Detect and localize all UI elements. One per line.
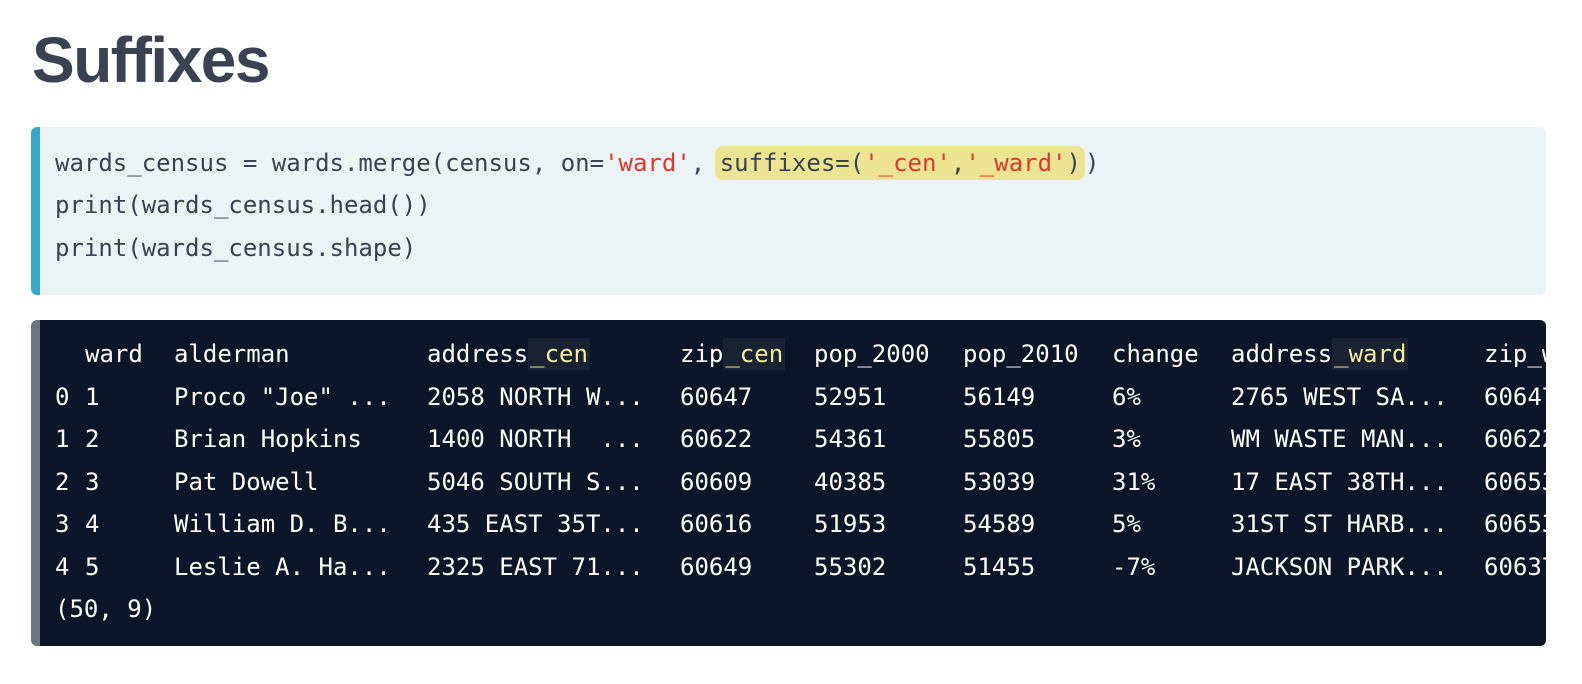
cell-address-ward: 2765 WEST SA... [1231, 383, 1448, 411]
cell-pop-2010: 53039 [963, 468, 1036, 496]
cell-zip-cen: 60616 [680, 510, 753, 538]
cell-pop-2010: 55805 [963, 425, 1036, 453]
cell-zip-ward: 60653 [1484, 510, 1546, 538]
header-pop-2010: pop_2010 [963, 340, 1079, 368]
code-line-merge: wards_census = wards.merge(census, on='w… [55, 143, 1099, 183]
header-address-cen: address_cen [427, 333, 590, 375]
cell-address-ward: 31ST ST HARB... [1231, 510, 1448, 538]
header-zip-cen-base: zip [680, 340, 724, 368]
cell-alderman: Pat Dowell [174, 468, 319, 496]
code-on-value: 'ward' [604, 149, 691, 177]
cell-change: 3% [1112, 425, 1141, 453]
cell-change: 6% [1112, 383, 1141, 411]
cell-change: 5% [1112, 510, 1141, 538]
cell-ward: 2 [85, 425, 100, 453]
cell-pop-2000: 54361 [814, 425, 887, 453]
cell-zip-ward: 60647 [1484, 383, 1546, 411]
cell-ward: 5 [85, 553, 100, 581]
header-zip-cen-suffix: _cen [723, 338, 786, 370]
cell-change: 31% [1112, 468, 1156, 496]
header-change: change [1112, 340, 1199, 368]
cell-zip-cen: 60649 [680, 553, 753, 581]
cell-pop-2000: 55302 [814, 553, 887, 581]
shape-output: (50, 9) [40, 588, 156, 630]
code-close-inner: ) [1066, 149, 1081, 177]
header-address-cen-suffix: _cen [528, 338, 590, 370]
cell-pop-2010: 56149 [963, 383, 1036, 411]
cell-pop-2010: 54589 [963, 510, 1036, 538]
header-pop-2000: pop_2000 [814, 340, 930, 368]
table-row: 1 2 Brian Hopkins 1400 NORTH ... 60622 5… [40, 418, 1546, 460]
cell-address-ward: 17 EAST 38TH... [1231, 468, 1448, 496]
cell-ward: 1 [85, 383, 100, 411]
header-address-ward-suffix: _ward [1332, 338, 1409, 370]
cell-change: -7% [1112, 553, 1156, 581]
cell-address-ward: WM WASTE MAN... [1231, 425, 1448, 453]
code-block: wards_census = wards.merge(census, on='w… [31, 127, 1546, 295]
cell-pop-2000: 40385 [814, 468, 887, 496]
cell-zip-ward: 60637 [1484, 553, 1546, 581]
cell-address-cen: 2058 NORTH W... [427, 383, 644, 411]
cell-address-cen: 435 EAST 35T... [427, 510, 644, 538]
cell-zip-cen: 60647 [680, 383, 753, 411]
header-alderman: alderman [174, 340, 290, 368]
cell-pop-2000: 52951 [814, 383, 887, 411]
code-suffix-comma: , [950, 149, 966, 177]
code-suffix-cen: '_cen' [864, 149, 951, 177]
cell-address-ward: JACKSON PARK... [1231, 553, 1448, 581]
header-zip-ward: zip_ward [1484, 340, 1546, 368]
cell-address-cen: 5046 SOUTH S... [427, 468, 644, 496]
cell-zip-ward: 60622 [1484, 425, 1546, 453]
code-line-print-shape: print(wards_census.shape) [55, 234, 417, 262]
table-row: 3 4 William D. B... 435 EAST 35T... 6061… [40, 503, 1546, 545]
header-address-ward: address_ward [1231, 333, 1409, 375]
code-close-outer: ) [1084, 149, 1100, 177]
row-index: 4 [55, 553, 70, 581]
table-row: 4 5 Leslie A. Ha... 2325 EAST 71... 6064… [40, 546, 1546, 588]
header-address-cen-base: address [427, 340, 529, 368]
header-zip-cen: zip_cen [680, 333, 786, 375]
cell-pop-2000: 51953 [814, 510, 887, 538]
table-row: 0 1 Proco "Joe" ... 2058 NORTH W... 6064… [40, 376, 1546, 418]
cell-alderman: William D. B... [174, 510, 391, 538]
cell-ward: 3 [85, 468, 100, 496]
cell-alderman: Proco "Joe" ... [174, 383, 391, 411]
output-header-row: ward alderman address_cen zip_cen pop_20… [40, 333, 1546, 375]
row-index: 0 [55, 383, 70, 411]
suffixes-highlight: suffixes=('_cen','_ward') [714, 146, 1085, 180]
header-address-ward-base: address [1231, 340, 1333, 368]
code-suffixes-keyword: suffixes=( [719, 149, 865, 177]
table-row: 2 3 Pat Dowell 5046 SOUTH S... 60609 403… [40, 461, 1546, 503]
cell-address-cen: 1400 NORTH ... [427, 425, 644, 453]
code-suffix-ward: '_ward' [965, 149, 1067, 177]
cell-zip-cen: 60622 [680, 425, 753, 453]
cell-zip-ward: 60653 [1484, 468, 1546, 496]
row-index: 2 [55, 468, 70, 496]
cell-address-cen: 2325 EAST 71... [427, 553, 644, 581]
cell-zip-cen: 60609 [680, 468, 753, 496]
cell-pop-2010: 51455 [963, 553, 1036, 581]
output-block: ward alderman address_cen zip_cen pop_20… [31, 320, 1546, 646]
row-index: 1 [55, 425, 70, 453]
header-ward: ward [85, 340, 143, 368]
cell-alderman: Brian Hopkins [174, 425, 362, 453]
page-title: Suffixes [32, 24, 270, 96]
shape-value: (50, 9) [55, 595, 157, 623]
row-index: 3 [55, 510, 70, 538]
cell-alderman: Leslie A. Ha... [174, 553, 391, 581]
cell-ward: 4 [85, 510, 100, 538]
code-merge-call: wards_census = wards.merge(census, on= [55, 149, 605, 177]
code-line-print-head: print(wards_census.head()) [55, 191, 431, 219]
